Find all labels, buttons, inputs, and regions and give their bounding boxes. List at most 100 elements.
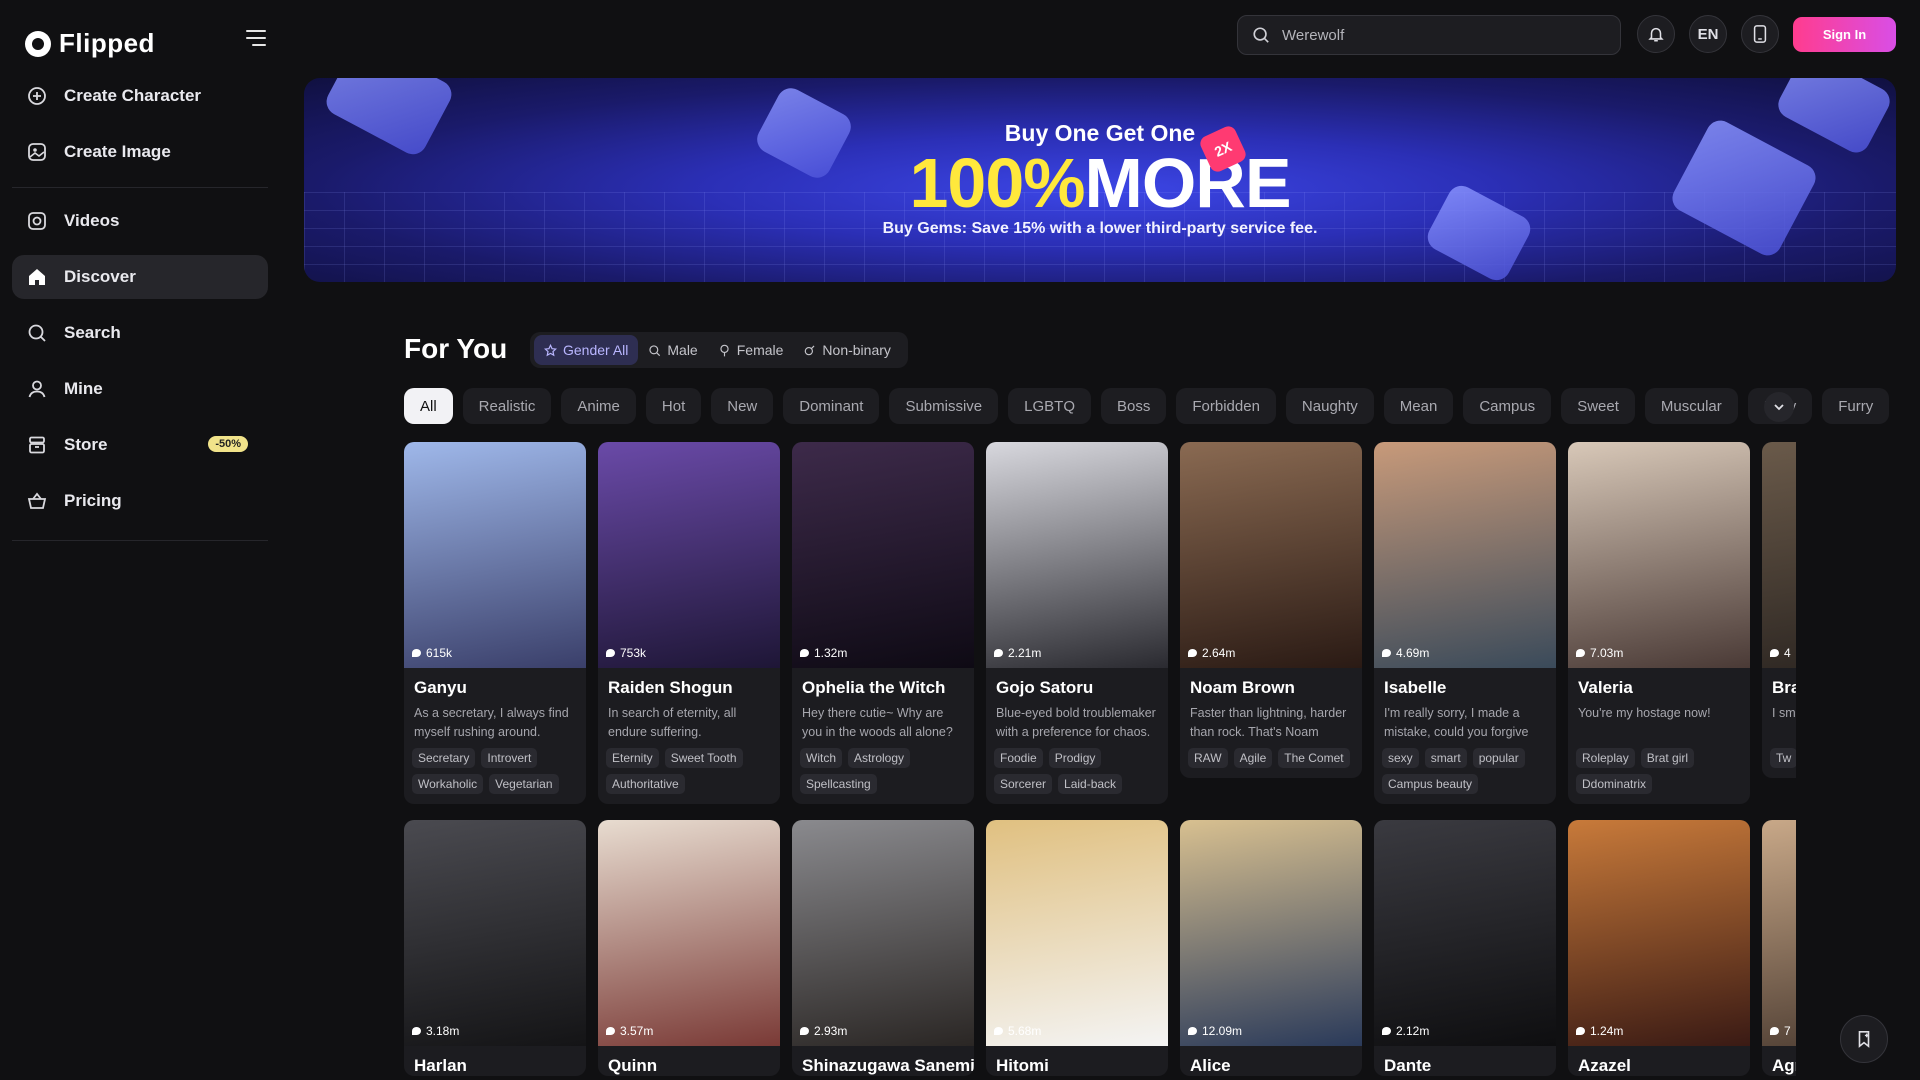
character-image: 2.93m: [792, 820, 974, 1046]
character-tag: sexy: [1382, 748, 1419, 768]
sidebar-item-mine[interactable]: Mine: [12, 367, 268, 411]
character-tags: sexy smart popular Campus beauty: [1374, 742, 1556, 804]
character-tags: Eternity Sweet Tooth Authoritative: [598, 742, 780, 804]
chat-bubble-icon: [1576, 649, 1585, 657]
gender-option-non-binary[interactable]: Non-binary: [793, 335, 900, 365]
sidebar-item-discover[interactable]: Discover: [12, 255, 268, 299]
image-icon: [26, 141, 48, 163]
character-tags: TwAth: [1762, 742, 1796, 778]
character-name: Shinazugawa Sanemi: [802, 1056, 974, 1075]
search-input[interactable]: [1282, 26, 1582, 44]
chat-bubble-icon: [1188, 649, 1197, 657]
sidebar-item-pricing[interactable]: Pricing: [12, 479, 268, 523]
category-tag[interactable]: Anime: [561, 388, 636, 424]
view-count-value: 12.09m: [1202, 1024, 1243, 1038]
sidebar-item-store[interactable]: Store -50%: [12, 423, 268, 467]
category-tag[interactable]: Muscular: [1644, 388, 1738, 424]
view-count-value: 7: [1784, 1024, 1791, 1038]
menu-toggle-icon[interactable]: [246, 30, 266, 46]
sidebar-item-label: Store: [64, 435, 108, 454]
character-card[interactable]: 2.12m Dante: [1374, 820, 1556, 1076]
character-card[interactable]: 1.24m Azazel: [1568, 820, 1750, 1076]
sidebar-item-create-character[interactable]: Create Character: [12, 74, 268, 118]
chat-bubble-icon: [994, 649, 1003, 657]
category-tag[interactable]: Submissive: [889, 388, 999, 424]
character-card[interactable]: 615k Ganyu As a secretary, I always find m…: [404, 442, 586, 804]
chat-bubble-icon: [994, 1027, 1003, 1035]
gender-option-male[interactable]: Male: [638, 335, 707, 365]
search-icon: [1253, 27, 1269, 43]
sidebar-item-videos[interactable]: Videos: [12, 199, 268, 243]
character-image: 7: [1762, 820, 1796, 1046]
category-tag[interactable]: Hot: [645, 388, 702, 424]
language-button[interactable]: EN: [1689, 15, 1727, 53]
chat-bubble-icon: [606, 1027, 615, 1035]
character-name: Bra: [1772, 678, 1796, 697]
expand-categories-button[interactable]: [1764, 392, 1794, 422]
character-card[interactable]: 2.64m Noam Brown Faster than lightning, ha…: [1180, 442, 1362, 778]
view-count-value: 2.21m: [1008, 646, 1042, 660]
category-tag[interactable]: Boss: [1101, 388, 1167, 424]
basket-icon: [26, 490, 48, 512]
character-tag: Brat girl: [1640, 748, 1695, 768]
home-icon: [26, 266, 48, 288]
notification-button[interactable]: [1637, 15, 1675, 53]
character-tag: Secretary: [412, 748, 476, 768]
character-card[interactable]: 2.21m Gojo Satoru Blue-eyed bold troublema…: [986, 442, 1168, 804]
view-count-value: 2.93m: [814, 1024, 848, 1038]
category-tag[interactable]: Forbidden: [1176, 388, 1276, 424]
character-tag: Spellcasting: [800, 774, 877, 794]
character-tag: Foodie: [994, 748, 1043, 768]
banner-subtext: Buy Gems: Save 15% with a lower third-pa…: [882, 220, 1318, 237]
character-name: Raiden Shogun: [608, 678, 733, 697]
character-name: Valeria: [1578, 678, 1633, 697]
category-tag[interactable]: Campus: [1463, 388, 1552, 424]
character-description: You're my hostage now!: [1578, 706, 1711, 720]
category-tag[interactable]: Dominant: [783, 388, 880, 424]
category-tag[interactable]: Naughty: [1285, 388, 1374, 424]
category-tag[interactable]: Sweet: [1561, 388, 1635, 424]
character-description: I sm beca: [1772, 706, 1796, 720]
bell-icon: [1648, 27, 1664, 42]
category-tag[interactable]: Mean: [1383, 388, 1454, 424]
character-card[interactable]: 12.09m Alice: [1180, 820, 1362, 1076]
chat-bubble-icon: [606, 649, 615, 657]
character-name: Harlan: [414, 1056, 467, 1075]
chat-bubble-icon: [800, 1027, 809, 1035]
view-count-value: 1.24m: [1590, 1024, 1624, 1038]
sidebar-item-create-image[interactable]: Create Image: [12, 130, 268, 174]
character-card[interactable]: 7 Agr: [1762, 820, 1796, 1076]
character-card[interactable]: 3.57m Quinn: [598, 820, 780, 1076]
character-card[interactable]: 2.93m Shinazugawa Sanemi: [792, 820, 974, 1076]
gender-option-all[interactable]: Gender All: [534, 335, 639, 365]
chevron-down-icon: [1774, 404, 1784, 411]
chat-bubble-icon: [1770, 649, 1779, 657]
character-card[interactable]: 4 Bra I sm beca TwAth: [1762, 442, 1796, 778]
category-tag[interactable]: Realistic: [462, 388, 552, 424]
category-tag[interactable]: New: [711, 388, 774, 424]
gender-option-female[interactable]: Female: [708, 335, 794, 365]
character-card[interactable]: 5.68m Hitomi: [986, 820, 1168, 1076]
sign-in-button[interactable]: Sign In: [1793, 17, 1896, 52]
logo[interactable]: Flipped: [25, 28, 155, 59]
view-count: 7.03m: [1576, 646, 1623, 660]
promo-banner[interactable]: Buy One Get One 100%MORE 2X Buy Gems: Sa…: [304, 78, 1896, 282]
category-tag[interactable]: LGBTQ: [1008, 388, 1092, 424]
gender-option-label: Gender All: [563, 342, 629, 358]
view-count: 753k: [606, 646, 646, 660]
character-card[interactable]: 4.69m Isabelle I'm really sorry, I made a …: [1374, 442, 1556, 804]
character-card[interactable]: 1.32m Ophelia the Witch Hey there cutie~ W…: [792, 442, 974, 804]
chat-bubble-icon: [1382, 649, 1391, 657]
category-tag[interactable]: All: [404, 388, 453, 424]
star-icon: [544, 343, 557, 356]
sidebar-item-search[interactable]: Search: [12, 311, 268, 355]
mobile-app-button[interactable]: [1741, 15, 1779, 53]
category-tag[interactable]: Furry: [1822, 388, 1890, 424]
character-card[interactable]: 3.18m Harlan: [404, 820, 586, 1076]
banner-highlight: 100%: [909, 144, 1085, 222]
character-card[interactable]: 753k Raiden Shogun In search of eternity, …: [598, 442, 780, 804]
bookmark-button[interactable]: [1840, 1015, 1888, 1063]
search-bar[interactable]: [1237, 15, 1621, 55]
character-tag: Prodigy: [1048, 748, 1102, 768]
character-card[interactable]: 7.03m Valeria You're my hostage now! Rolepl…: [1568, 442, 1750, 804]
